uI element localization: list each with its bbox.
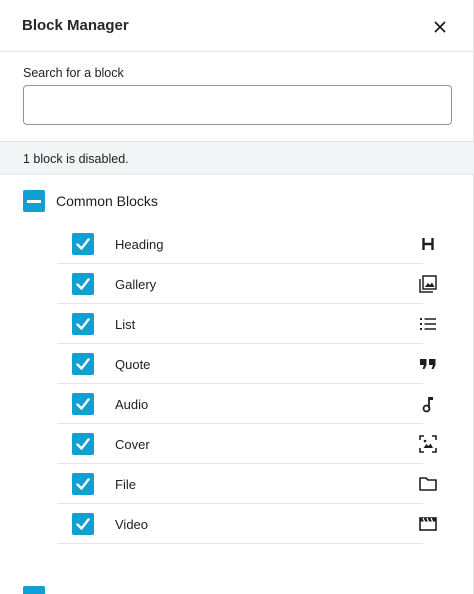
audio-icon	[422, 397, 433, 413]
indeterminate-dash-icon	[27, 200, 41, 203]
checkmark-icon	[76, 318, 90, 330]
block-checkbox[interactable]	[72, 233, 94, 255]
block-checkbox[interactable]	[72, 313, 94, 335]
block-list: Heading Gallery List Quote Audio Cover F…	[58, 224, 437, 544]
next-category-checkbox[interactable]	[23, 586, 45, 594]
common-blocks-checkbox[interactable]	[23, 190, 45, 212]
block-row-file[interactable]: File	[58, 464, 437, 504]
checkmark-icon	[76, 518, 90, 530]
heading-icon	[422, 238, 434, 250]
file-icon	[419, 477, 437, 491]
block-label: List	[115, 317, 136, 332]
quote-icon	[420, 359, 436, 369]
checkmark-icon	[76, 478, 90, 490]
disabled-status-bar: 1 block is disabled.	[0, 141, 474, 175]
block-checkbox[interactable]	[72, 473, 94, 495]
close-button[interactable]	[428, 15, 452, 39]
block-checkbox[interactable]	[72, 433, 94, 455]
search-input[interactable]	[23, 85, 452, 125]
category-title: Common Blocks	[56, 193, 158, 209]
list-icon	[420, 318, 436, 330]
block-row-heading[interactable]: Heading	[58, 224, 434, 264]
block-label: Quote	[115, 357, 151, 372]
search-label: Search for a block	[23, 66, 124, 80]
disabled-count-text: 1 block is disabled.	[23, 152, 129, 166]
checkmark-icon	[76, 398, 90, 410]
block-label: Audio	[115, 397, 149, 412]
close-icon	[434, 21, 446, 33]
checkmark-icon	[76, 438, 90, 450]
block-row-quote[interactable]: Quote	[58, 344, 436, 384]
video-icon	[419, 517, 437, 531]
checkmark-icon	[76, 238, 90, 250]
block-manager-modal: Block Manager Search for a block 1 block…	[0, 0, 474, 594]
block-label: Cover	[115, 437, 150, 452]
block-row-list[interactable]: List	[58, 304, 436, 344]
block-row-video[interactable]: Video	[58, 504, 437, 544]
block-checkbox[interactable]	[72, 273, 94, 295]
block-checkbox[interactable]	[72, 513, 94, 535]
block-row-audio[interactable]: Audio	[58, 384, 433, 424]
modal-title: Block Manager	[22, 17, 129, 34]
block-checkbox[interactable]	[72, 353, 94, 375]
block-row-cover[interactable]: Cover	[58, 424, 437, 464]
block-label: Video	[115, 517, 149, 532]
block-label: Heading	[115, 237, 164, 252]
cover-icon	[419, 435, 437, 453]
block-label: File	[115, 477, 136, 492]
block-row-gallery[interactable]: Gallery	[58, 264, 437, 304]
checkmark-icon	[76, 278, 90, 290]
gallery-icon	[419, 275, 437, 293]
modal-header: Block Manager	[0, 0, 474, 52]
checkmark-icon	[76, 358, 90, 370]
block-label: Gallery	[115, 277, 157, 292]
block-checkbox[interactable]	[72, 393, 94, 415]
